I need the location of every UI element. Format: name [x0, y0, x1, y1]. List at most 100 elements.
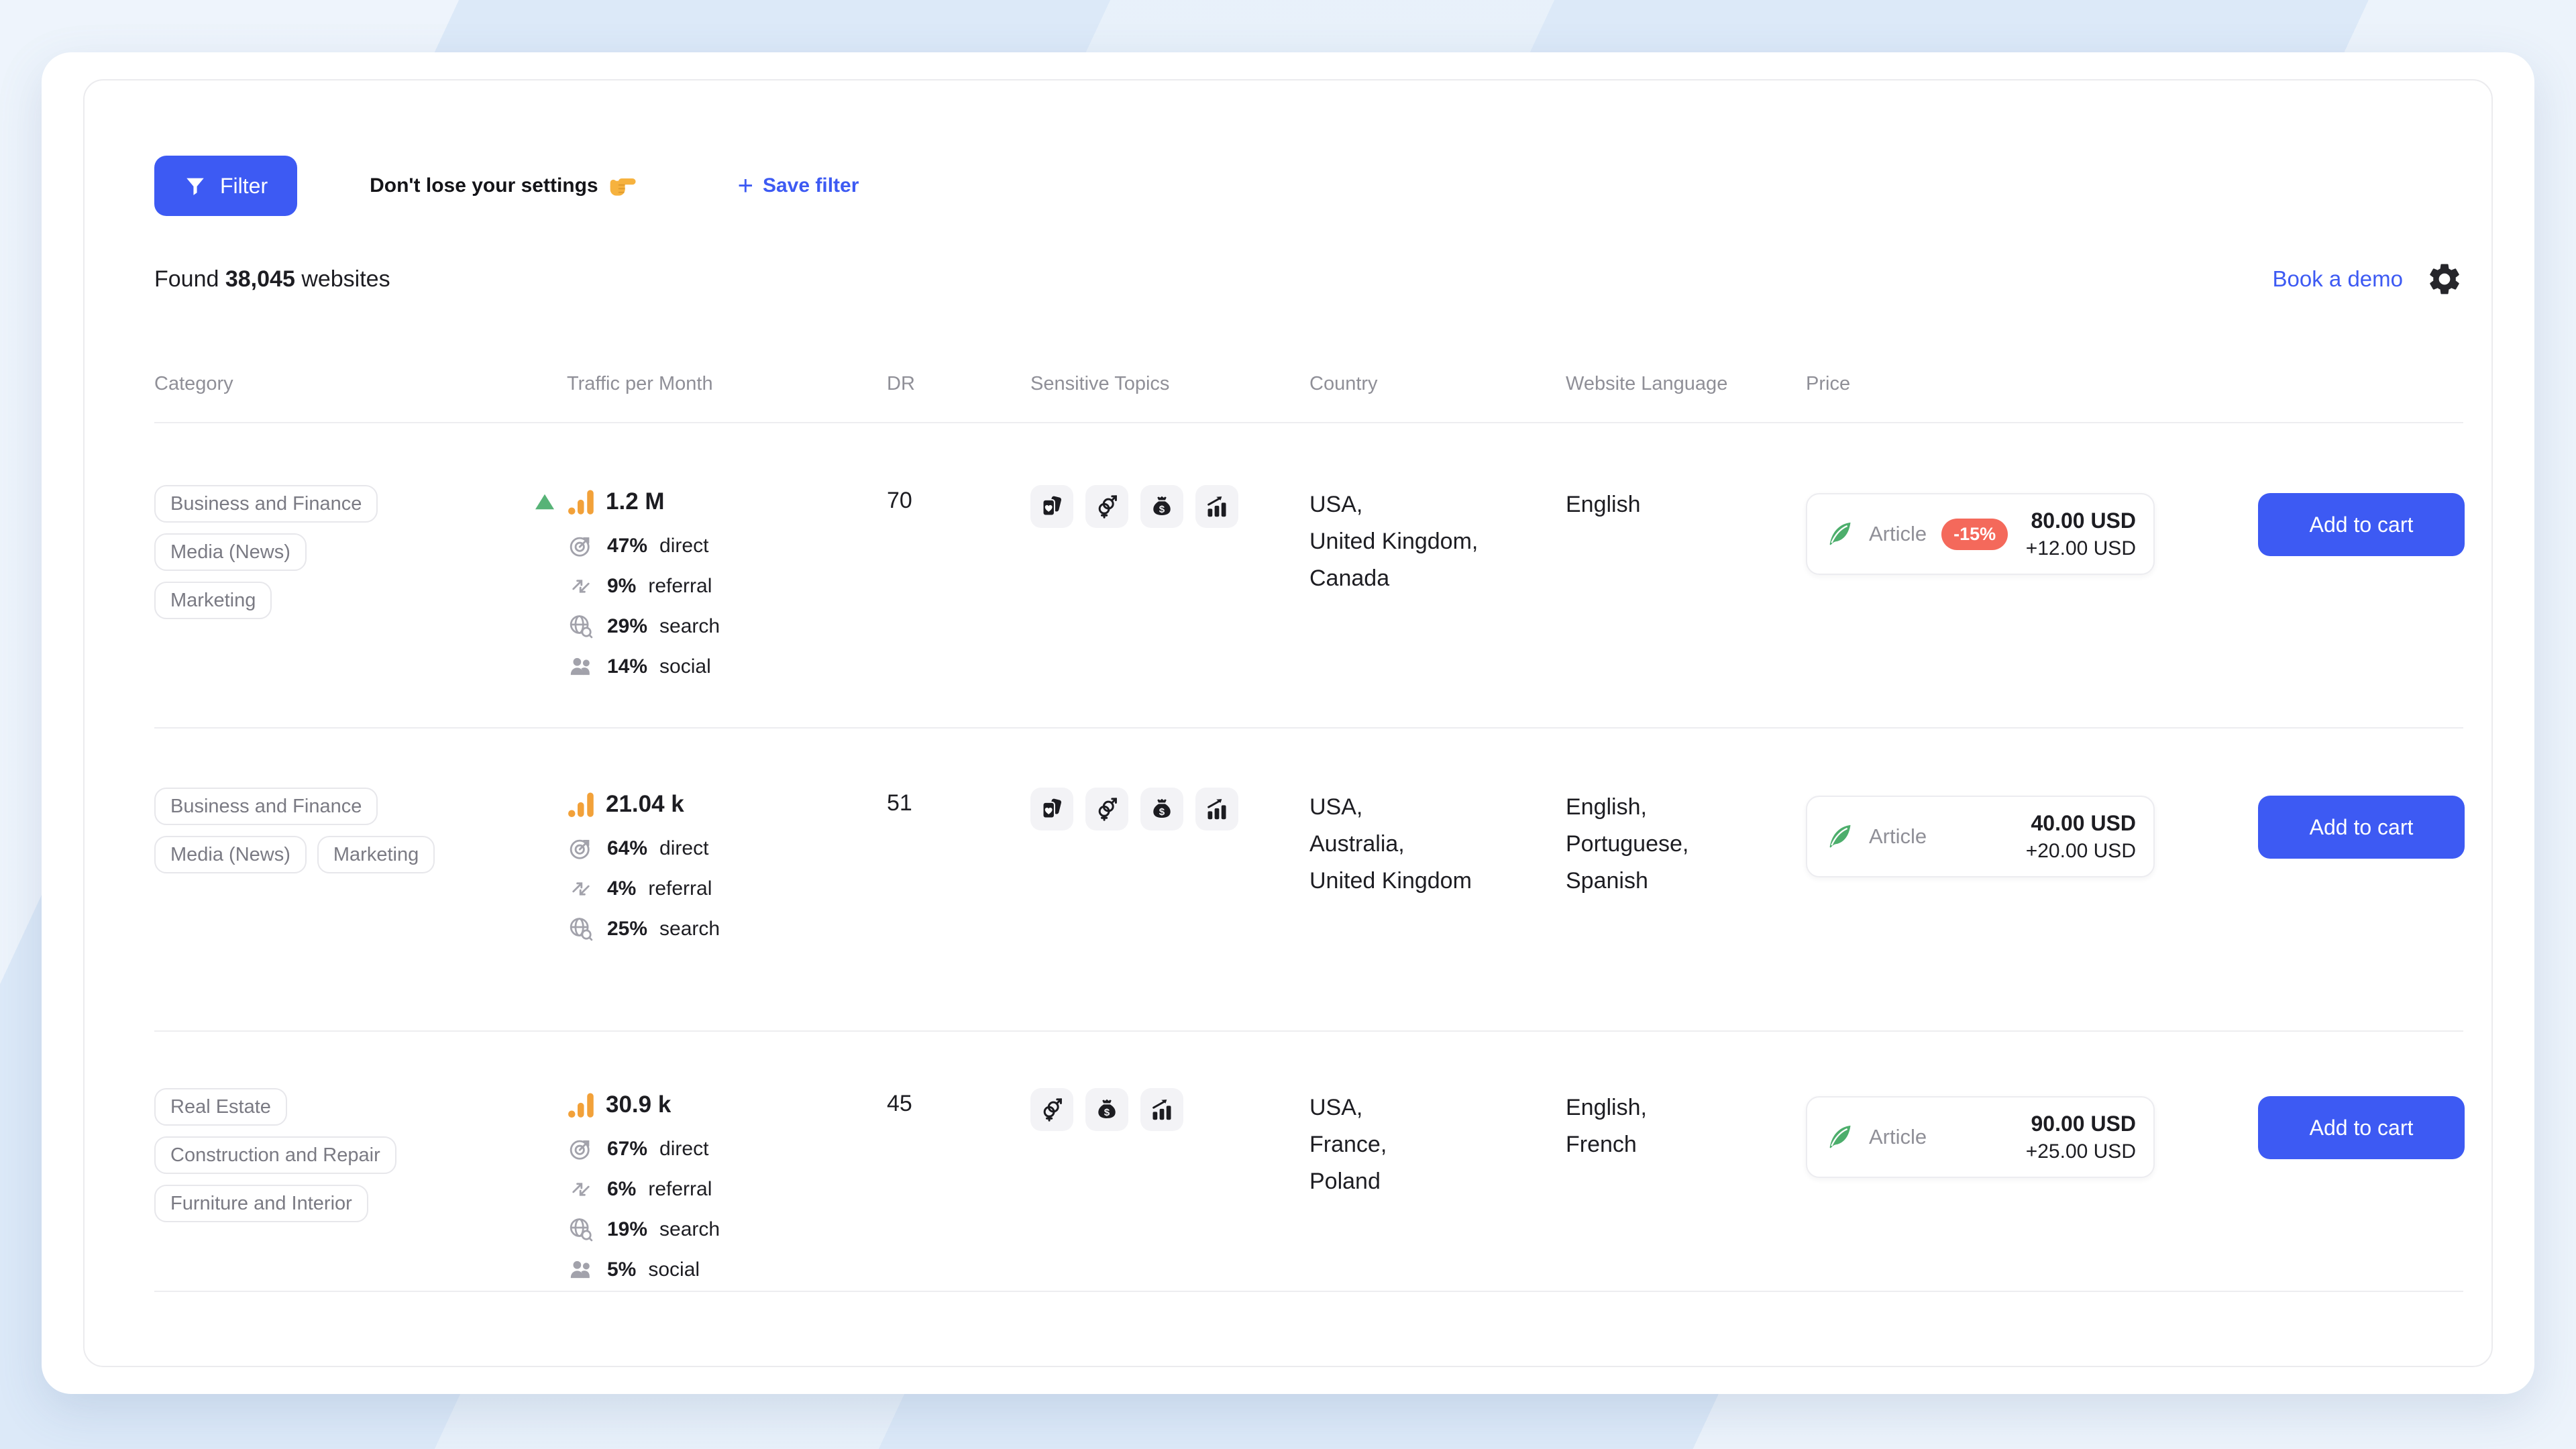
demo-settings-group: Book a demo	[2273, 260, 2463, 298]
save-filter-button[interactable]: + Save filter	[738, 174, 859, 197]
price-type-label: Article	[1869, 1125, 1927, 1149]
traffic-value: 1.2 M	[606, 488, 665, 515]
search-globe-icon	[567, 916, 595, 942]
save-filter-label: Save filter	[763, 174, 859, 197]
price-cell: Article 40.00 USD +20.00 USD	[1806, 788, 2258, 877]
price-extra: +20.00 USD	[2026, 840, 2136, 863]
discount-badge: -15%	[1941, 519, 2008, 550]
price-type-label: Article	[1869, 522, 1927, 546]
price-cell: Article -15% 80.00 USD +12.00 USD	[1806, 485, 2258, 575]
column-header-price: Price	[1806, 373, 2258, 395]
column-header-category: Category	[154, 373, 567, 395]
referral-icon	[567, 877, 595, 901]
gender-icon	[1085, 485, 1128, 528]
analytics-bars-icon	[567, 1091, 595, 1119]
table-row: Real Estate Construction and Repair Furn…	[154, 1032, 2463, 1292]
column-header-traffic: Traffic per Month	[567, 373, 887, 395]
price-extra: +25.00 USD	[2026, 1140, 2136, 1163]
category-chip: Real Estate	[154, 1088, 287, 1126]
feather-icon	[1825, 822, 1854, 851]
chart-growth-icon	[1195, 485, 1238, 528]
direct-icon	[567, 533, 595, 559]
app-window: Filter Don't lose your settings + Save f…	[42, 52, 2534, 1394]
price-amount: 40.00 USD	[2026, 811, 2136, 836]
results-panel: Filter Don't lose your settings + Save f…	[83, 79, 2493, 1367]
add-to-cart-button[interactable]: Add to cart	[2258, 1096, 2465, 1159]
money-bag-icon	[1085, 1088, 1128, 1131]
category-cell: Business and Finance Media (News) Market…	[154, 788, 567, 873]
table-header-row: Category Traffic per Month DR Sensitive …	[154, 373, 2463, 423]
money-bag-icon	[1140, 485, 1183, 528]
found-prefix: Found	[154, 266, 219, 292]
money-bag-icon	[1140, 788, 1183, 830]
feather-icon	[1825, 519, 1854, 549]
analytics-bars-icon	[567, 790, 595, 818]
social-icon	[567, 1258, 595, 1282]
language-cell: English	[1566, 485, 1806, 523]
referral-icon	[567, 574, 595, 598]
pointing-hand-icon	[608, 171, 637, 201]
language-cell: English, French	[1566, 1088, 1806, 1163]
price-amount: 90.00 USD	[2026, 1112, 2136, 1136]
table-row: Business and Finance Media (News) Market…	[154, 729, 2463, 1032]
traffic-value: 30.9 k	[606, 1091, 671, 1118]
gender-icon	[1085, 788, 1128, 830]
traffic-cell: 30.9 k 67%direct 6%referral 19%search 5%…	[567, 1088, 887, 1287]
chart-growth-icon	[1195, 788, 1238, 830]
traffic-value: 21.04 k	[606, 791, 684, 818]
category-cell: Real Estate Construction and Repair Furn…	[154, 1088, 567, 1222]
category-chip: Furniture and Interior	[154, 1185, 368, 1222]
search-globe-icon	[567, 1217, 595, 1242]
chart-growth-icon	[1140, 1088, 1183, 1131]
price-amount: 80.00 USD	[2026, 508, 2136, 533]
book-demo-link[interactable]: Book a demo	[2273, 266, 2403, 292]
dr-value: 45	[887, 1088, 1030, 1117]
column-header-sensitive: Sensitive Topics	[1030, 373, 1309, 395]
feather-icon	[1825, 1122, 1854, 1152]
traffic-cell: 21.04 k 64%direct 4%referral 25%search	[567, 788, 887, 946]
column-header-dr: DR	[887, 373, 1030, 395]
country-cell: USA, France, Poland	[1309, 1088, 1566, 1200]
playing-cards-icon	[1030, 788, 1073, 830]
playing-cards-icon	[1030, 485, 1073, 528]
found-count: 38,045	[225, 266, 295, 292]
plus-icon: +	[738, 176, 753, 196]
column-header-country: Country	[1309, 373, 1566, 395]
price-card[interactable]: Article -15% 80.00 USD +12.00 USD	[1806, 493, 2155, 575]
add-to-cart-button[interactable]: Add to cart	[2258, 796, 2465, 859]
price-type-label: Article	[1869, 824, 1927, 849]
gender-icon	[1030, 1088, 1073, 1131]
category-chip: Business and Finance	[154, 788, 378, 825]
country-cell: USA, United Kingdom, Canada	[1309, 485, 1566, 597]
gear-icon[interactable]	[2426, 260, 2463, 298]
settings-hint-text: Don't lose your settings	[370, 174, 598, 197]
add-to-cart-button[interactable]: Add to cart	[2258, 493, 2465, 556]
filter-funnel-icon	[184, 174, 207, 197]
found-suffix: websites	[301, 266, 390, 292]
table-row: Business and Finance Media (News) Market…	[154, 423, 2463, 729]
analytics-bars-icon	[567, 488, 595, 516]
column-header-language: Website Language	[1566, 373, 1806, 395]
price-card[interactable]: Article 40.00 USD +20.00 USD	[1806, 796, 2155, 877]
direct-icon	[567, 1136, 595, 1162]
price-cell: Article 90.00 USD +25.00 USD	[1806, 1088, 2258, 1178]
settings-hint: Don't lose your settings	[370, 171, 637, 201]
trend-up-icon	[533, 492, 556, 511]
category-chip: Media (News)	[154, 836, 307, 873]
sensitive-topics-cell	[1030, 788, 1309, 830]
direct-icon	[567, 836, 595, 861]
traffic-cell: 1.2 M 47%direct 9%referral 29%search 14%…	[567, 485, 887, 684]
category-chip: Marketing	[154, 582, 272, 619]
summary-row: Found 38,045 websites Book a demo	[154, 260, 2463, 298]
filter-button[interactable]: Filter	[154, 156, 297, 216]
social-icon	[567, 655, 595, 679]
category-chip: Media (News)	[154, 533, 307, 571]
dr-value: 70	[887, 485, 1030, 514]
sensitive-topics-cell	[1030, 1088, 1309, 1131]
category-chip: Business and Finance	[154, 485, 378, 523]
price-card[interactable]: Article 90.00 USD +25.00 USD	[1806, 1096, 2155, 1178]
category-chip: Marketing	[317, 836, 435, 873]
filter-button-label: Filter	[220, 174, 268, 199]
dr-value: 51	[887, 788, 1030, 816]
search-globe-icon	[567, 614, 595, 639]
